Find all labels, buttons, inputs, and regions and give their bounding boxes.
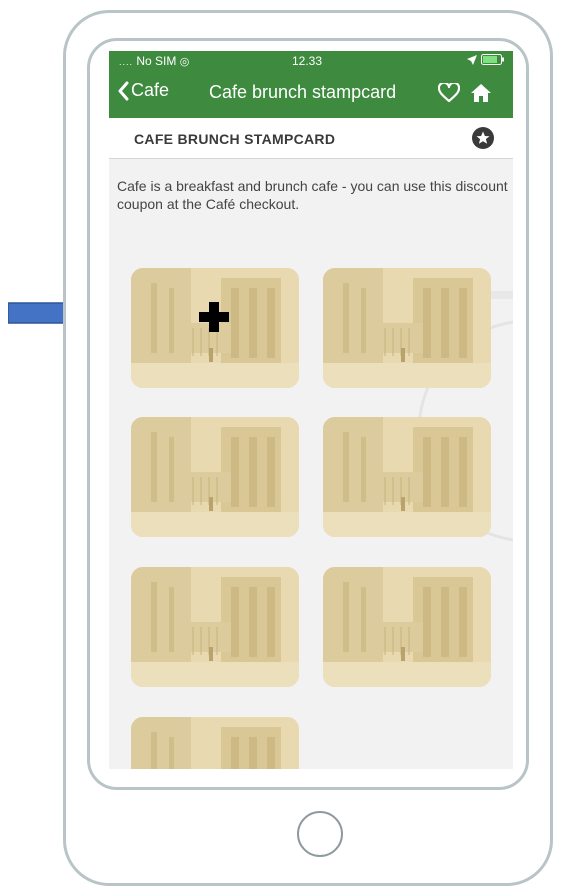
star-icon xyxy=(476,131,490,144)
stampcard-description: Cafe is a breakfast and brunch cafe - yo… xyxy=(117,178,508,212)
location-arrow-icon xyxy=(467,54,477,65)
home-icon[interactable] xyxy=(470,83,492,103)
stamp-slot[interactable] xyxy=(323,268,491,388)
stamp-slot-add[interactable] xyxy=(131,268,299,388)
navigation-bar: Cafe Cafe brunch stampcard xyxy=(109,71,513,118)
stampcard-title: CAFE BRUNCH STAMPCARD xyxy=(134,131,336,147)
phone-home-button[interactable] xyxy=(297,811,343,857)
stamp-slot[interactable] xyxy=(323,567,491,687)
battery-icon xyxy=(481,54,504,65)
back-button[interactable]: Cafe xyxy=(117,80,169,101)
status-carrier: .... No SIM ◎ xyxy=(119,54,190,68)
chevron-left-icon xyxy=(118,81,129,100)
heart-icon[interactable] xyxy=(438,83,460,103)
status-indicators xyxy=(467,54,505,65)
stampcard-header: CAFE BRUNCH STAMPCARD xyxy=(109,118,513,159)
stamp-slot[interactable] xyxy=(323,417,491,537)
wifi-icon: ◎ xyxy=(179,56,190,68)
app-screen: .... No SIM ◎ 12.33 Cafe Cafe brunch sta… xyxy=(109,51,513,769)
status-time: 12.33 xyxy=(292,54,323,68)
stamp-slot[interactable] xyxy=(131,417,299,537)
status-bar: .... No SIM ◎ 12.33 xyxy=(109,51,513,71)
back-label: Cafe xyxy=(131,80,170,100)
stamp-slot[interactable] xyxy=(131,567,299,687)
stamp-slot[interactable] xyxy=(131,717,299,769)
page-title: Cafe brunch stampcard xyxy=(209,82,397,102)
plus-icon xyxy=(199,302,229,332)
favorite-star-button[interactable] xyxy=(472,127,494,149)
